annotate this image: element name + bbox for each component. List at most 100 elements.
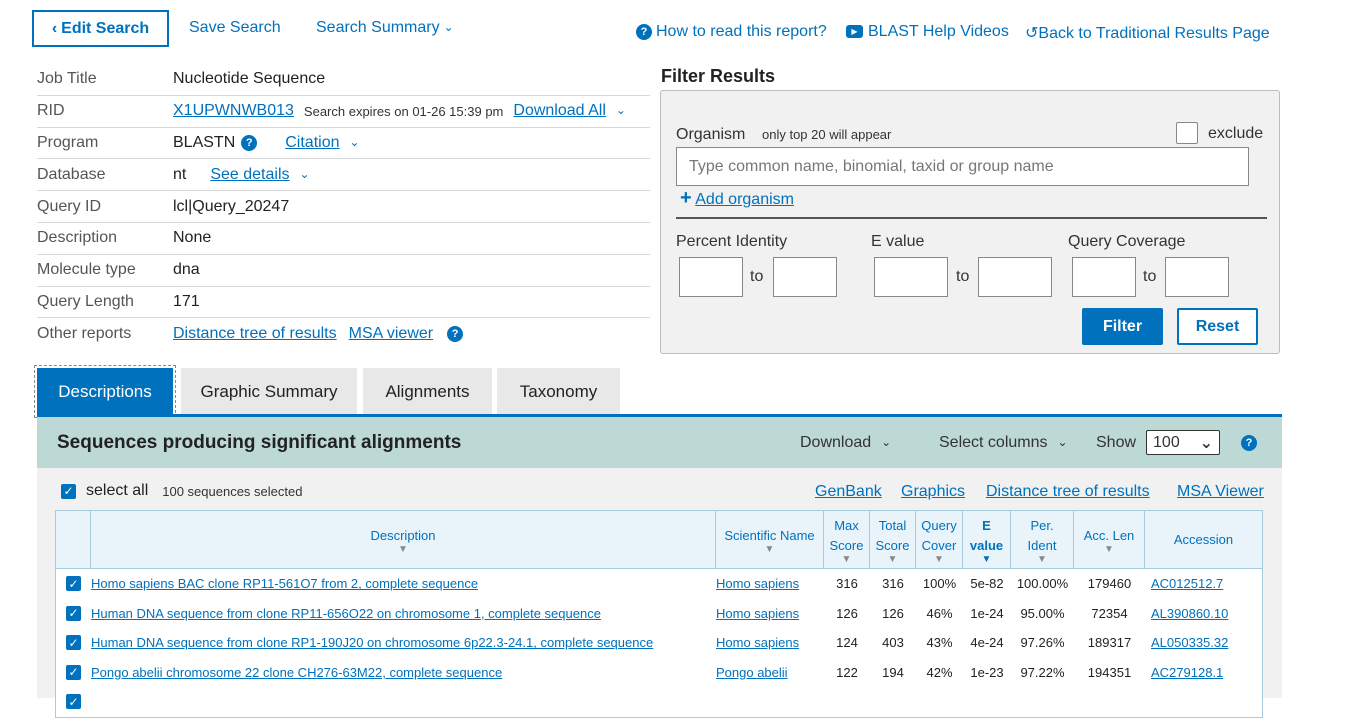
select-all-label: select all — [86, 482, 149, 499]
evalue-header-label: E — [982, 517, 991, 533]
exclude-label: exclude — [1208, 125, 1264, 142]
program-label: Program — [37, 133, 99, 151]
row-per-ident: 97.26% — [1020, 635, 1065, 651]
total-score-header-label-2: Score — [875, 537, 910, 553]
molecule-type-row: Molecule type dna — [37, 255, 650, 287]
results-body: ✓ select all 100 sequences selected GenB… — [37, 468, 1282, 718]
evalue-column-header[interactable]: Evalue ▼ — [963, 511, 1011, 568]
description-value: None — [173, 229, 212, 247]
scientific-name-column-header[interactable]: Scientific Name ▼ — [716, 511, 824, 568]
plus-icon: + — [680, 187, 692, 209]
row-description-link[interactable]: Pongo abelii chromosome 22 clone CH276-6… — [91, 665, 502, 680]
help-icon: ? — [1241, 434, 1257, 451]
organism-placeholder: Type common name, binomial, taxid or gro… — [689, 157, 1054, 175]
row-checkbox[interactable]: ✓ — [66, 694, 81, 710]
row-description-link[interactable]: Human DNA sequence from clone RP11-656O2… — [91, 606, 601, 621]
download-dropdown[interactable]: Download ⌄ — [800, 434, 891, 452]
exclude-checkbox[interactable] — [1176, 122, 1198, 144]
graphics-link[interactable]: Graphics — [901, 483, 965, 501]
tab-taxonomy[interactable]: Taxonomy — [497, 368, 620, 415]
help-videos-link[interactable]: ▶ BLAST Help Videos — [846, 23, 1009, 41]
row-accession-link[interactable]: AL390860.10 — [1151, 606, 1228, 621]
organism-input[interactable]: Type common name, binomial, taxid or gro… — [676, 147, 1249, 186]
edit-search-button[interactable]: ‹ Edit Search — [32, 10, 169, 47]
rid-link[interactable]: X1UPWNWB013 — [173, 102, 294, 120]
percent-identity-max-input[interactable] — [773, 257, 837, 297]
select-all-checkbox[interactable]: ✓ — [61, 483, 76, 499]
row-description-link[interactable]: Human DNA sequence from clone RP1-190J20… — [91, 635, 653, 650]
distance-tree-link[interactable]: Distance tree of results — [173, 325, 337, 343]
table-row: ✓ Pongo abelii chromosome 22 clone CH276… — [56, 658, 1262, 688]
max-score-header-label: Max — [834, 517, 859, 533]
row-checkbox[interactable]: ✓ — [66, 576, 81, 592]
row-scientific-name-link[interactable]: Homo sapiens — [716, 576, 799, 591]
row-query-cover: 43% — [926, 635, 953, 651]
row-scientific-name-link[interactable]: Pongo abelii — [716, 665, 788, 680]
row-checkbox[interactable]: ✓ — [66, 605, 81, 621]
e-value-min-input[interactable] — [874, 257, 948, 297]
select-all[interactable]: ✓ select all 100 sequences selected — [61, 482, 302, 500]
how-to-read-link[interactable]: ? How to read this report? — [636, 23, 827, 41]
sort-icon: ▼ — [887, 553, 898, 565]
row-max-score: 316 — [836, 576, 858, 592]
query-coverage-max-input[interactable] — [1165, 257, 1229, 297]
genbank-link[interactable]: GenBank — [815, 483, 882, 501]
tab-graphic-summary[interactable]: Graphic Summary — [181, 368, 357, 415]
help-icon[interactable]: ? — [241, 134, 258, 151]
row-evalue: 5e-82 — [970, 576, 1004, 592]
description-row: Description None — [37, 223, 650, 255]
add-organism-link[interactable]: + Add organism — [680, 187, 794, 210]
show-select[interactable]: 100 ⌄ — [1146, 430, 1221, 455]
percent-identity-min-input[interactable] — [679, 257, 743, 297]
row-acc-len: 194351 — [1087, 664, 1132, 680]
row-description-link[interactable]: Homo sapiens BAC clone RP11-561O7 from 2… — [91, 576, 478, 591]
tab-alignments[interactable]: Alignments — [363, 368, 492, 415]
row-accession-link[interactable]: AC279128.1 — [1151, 665, 1223, 680]
download-label: Download — [800, 433, 872, 451]
save-search-link[interactable]: Save Search — [189, 19, 281, 37]
chevron-down-icon: ⌄ — [443, 20, 454, 34]
see-details-dropdown[interactable]: See details — [210, 166, 289, 184]
row-total-score: 126 — [882, 605, 904, 621]
row-accession-link[interactable]: AC012512.7 — [1151, 576, 1223, 591]
citation-dropdown[interactable]: Citation — [285, 134, 339, 152]
accession-column-header[interactable]: Accession — [1145, 511, 1262, 568]
row-scientific-name-link[interactable]: Homo sapiens — [716, 635, 799, 650]
acc-len-header-label: Acc. Len — [1083, 527, 1135, 543]
query-coverage-label: Query Coverage — [1068, 233, 1186, 250]
filter-divider — [676, 217, 1267, 219]
row-max-score: 126 — [836, 605, 858, 621]
acc-len-column-header[interactable]: Acc. Len ▼ — [1074, 511, 1145, 568]
select-columns-dropdown[interactable]: Select columns ⌄ — [939, 434, 1068, 452]
max-score-column-header[interactable]: Max Score ▼ — [824, 511, 870, 568]
msa-viewer-link[interactable]: MSA viewer — [349, 325, 433, 343]
tab-descriptions[interactable]: Descriptions — [34, 365, 176, 418]
row-query-cover: 100% — [922, 576, 957, 592]
results-header: Sequences producing significant alignmen… — [37, 417, 1282, 468]
msa-viewer-link[interactable]: MSA Viewer — [1177, 483, 1264, 501]
job-info-table: Job Title Nucleotide Sequence RID X1UPWN… — [37, 64, 650, 350]
e-value-max-input[interactable] — [978, 257, 1052, 297]
back-traditional-link[interactable]: ↺Back to Traditional Results Page — [1025, 23, 1270, 43]
row-checkbox[interactable]: ✓ — [66, 664, 81, 680]
show-control: Show 100 ⌄ — [1096, 430, 1221, 455]
total-score-column-header[interactable]: Total Score ▼ — [870, 511, 916, 568]
reset-button[interactable]: Reset — [1177, 308, 1258, 345]
filter-title: Filter Results — [661, 66, 776, 86]
query-coverage-min-input[interactable] — [1072, 257, 1136, 297]
search-summary-dropdown[interactable]: Search Summary ⌄ — [316, 19, 454, 37]
row-per-ident: 97.22% — [1020, 664, 1065, 680]
help-icon[interactable]: ? — [447, 326, 464, 343]
row-checkbox[interactable]: ✓ — [66, 635, 81, 651]
rid-label: RID — [37, 102, 65, 120]
query-cover-column-header[interactable]: Query Cover ▼ — [916, 511, 963, 568]
description-column-header[interactable]: Description ▼ — [91, 511, 716, 568]
results-table: Description ▼ Scientific Name ▼ Max Score ▼ … — [55, 510, 1263, 718]
results-help[interactable]: ? — [1241, 434, 1261, 451]
filter-button[interactable]: Filter — [1082, 308, 1163, 345]
download-all-dropdown[interactable]: Download All — [513, 102, 606, 120]
per-ident-column-header[interactable]: Per. Ident ▼ — [1011, 511, 1074, 568]
row-scientific-name-link[interactable]: Homo sapiens — [716, 606, 799, 621]
distance-tree-link[interactable]: Distance tree of results — [986, 483, 1150, 501]
row-accession-link[interactable]: AL050335.32 — [1151, 635, 1228, 650]
